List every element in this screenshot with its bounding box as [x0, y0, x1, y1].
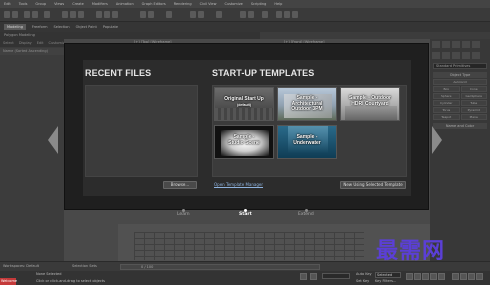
template-outdoor-hdri[interactable]: Sample - Outdoor HDRI Courtyard: [340, 87, 400, 121]
zoom-all-icon[interactable]: [460, 273, 467, 280]
startup-templates-title: START-UP TEMPLATES: [212, 68, 315, 78]
key-filters-button[interactable]: Key Filters...: [375, 279, 396, 283]
template-thumbnail-image: [215, 108, 273, 120]
ribbon-tab-object-paint[interactable]: Object Paint: [76, 25, 97, 29]
rect-selection-icon[interactable]: [78, 11, 84, 18]
menu-help[interactable]: Help: [274, 2, 282, 6]
nav-start[interactable]: Start: [239, 212, 252, 217]
open-template-manager-link[interactable]: Open Template Manager: [214, 182, 263, 187]
nav-learn[interactable]: Learn: [177, 212, 190, 217]
template-name: Sample - Architectural Outdoor 3PM: [291, 95, 323, 112]
recent-files-title: RECENT FILES: [85, 68, 152, 78]
template-thumbnail-image: [345, 106, 397, 120]
watermark-logo: 最需网: [376, 239, 446, 264]
menu-group[interactable]: Group: [35, 2, 46, 6]
schematic-view-icon[interactable]: [248, 11, 254, 18]
go-to-start-icon[interactable]: [406, 273, 413, 280]
snap-icon[interactable]: [140, 11, 146, 18]
mirror-icon[interactable]: [190, 11, 196, 18]
menu-rendering[interactable]: Rendering: [174, 2, 192, 6]
ribbon-tab-freeform[interactable]: Freeform: [32, 25, 48, 29]
menu-animation[interactable]: Animation: [116, 2, 134, 6]
selection-status: None Selected: [36, 272, 62, 276]
frame-indicator: 0 / 100: [141, 265, 154, 269]
previous-frame-icon[interactable]: [414, 273, 421, 280]
select-object-icon[interactable]: [62, 11, 68, 18]
render-setup-icon[interactable]: [276, 11, 282, 18]
menu-modifiers[interactable]: Modifiers: [92, 2, 108, 6]
menu-tools[interactable]: Tools: [19, 2, 28, 6]
link-icon[interactable]: [24, 11, 30, 18]
play-icon[interactable]: [422, 273, 429, 280]
auto-key-label[interactable]: Auto Key: [356, 272, 372, 276]
menu-scripting[interactable]: Scripting: [251, 2, 267, 6]
zoom-icon[interactable]: [452, 273, 459, 280]
selection-sets-label[interactable]: Selection Sets: [72, 264, 97, 268]
go-to-end-icon[interactable]: [438, 273, 445, 280]
selected-dropdown[interactable]: Selected: [375, 272, 401, 278]
menu-create[interactable]: Create: [72, 2, 84, 6]
x-coordinate-field[interactable]: [322, 273, 350, 279]
nav-extend[interactable]: Extend: [298, 212, 314, 217]
lock-selection-icon[interactable]: [310, 273, 317, 280]
isolate-icon[interactable]: [300, 273, 307, 280]
menu-customize[interactable]: Customize: [224, 2, 242, 6]
curve-editor-icon[interactable]: [240, 11, 246, 18]
selection-filter-icon[interactable]: [44, 11, 50, 18]
max-app-window: Edit Tools Group Views Create Modifiers …: [0, 0, 490, 285]
unlink-icon[interactable]: [32, 11, 38, 18]
ribbon-tab-selection[interactable]: Selection: [54, 25, 70, 29]
select-by-name-icon[interactable]: [70, 11, 76, 18]
previous-page-arrow-icon[interactable]: [48, 124, 58, 156]
template-original-startup[interactable]: Original Start Up (default): [214, 87, 274, 121]
redo-icon[interactable]: [12, 11, 18, 18]
menu-graph-editors[interactable]: Graph Editors: [142, 2, 166, 6]
next-page-arrow-icon[interactable]: [432, 124, 442, 156]
template-subtitle: (default): [237, 103, 251, 107]
move-icon[interactable]: [96, 11, 102, 18]
ribbon-subtab[interactable]: Polygon Modeling: [0, 32, 260, 39]
ribbon-tab-populate[interactable]: Populate: [103, 25, 118, 29]
template-studio-scene[interactable]: Sample - Studio Scene: [214, 125, 274, 159]
maxscript-listener-tag[interactable]: Welcome to M: [0, 278, 17, 285]
align-icon[interactable]: [198, 11, 204, 18]
named-selection-icon[interactable]: [166, 11, 172, 18]
menu-bar: Edit Tools Group Views Create Modifiers …: [0, 0, 490, 8]
time-slider[interactable]: 0 / 100: [120, 264, 320, 270]
main-toolbar: [0, 8, 490, 22]
template-underwater[interactable]: Sample - Underwater: [277, 125, 337, 159]
status-bar: None Selected Click or click-and-drag to…: [0, 271, 490, 285]
workspace-label[interactable]: Workspaces: Default: [3, 264, 39, 268]
pan-icon[interactable]: [468, 273, 475, 280]
browse-button[interactable]: Browse...: [163, 181, 197, 189]
template-name: Sample - Outdoor HDRI Courtyard: [349, 95, 391, 107]
rotate-icon[interactable]: [104, 11, 110, 18]
material-editor-icon[interactable]: [262, 11, 268, 18]
next-frame-icon[interactable]: [430, 273, 437, 280]
menu-civil-view[interactable]: Civil View: [200, 2, 217, 6]
menu-edit[interactable]: Edit: [4, 2, 11, 6]
orbit-icon[interactable]: [476, 273, 483, 280]
ribbon: Modeling Freeform Selection Object Paint…: [0, 22, 490, 32]
prompt-line: Click or click-and-drag to select object…: [36, 279, 105, 283]
ribbon-tab-modeling[interactable]: Modeling: [4, 24, 26, 30]
recent-files-list[interactable]: [85, 85, 198, 177]
template-name: Original Start Up: [224, 96, 264, 102]
angle-snap-icon[interactable]: [148, 11, 154, 18]
template-name: Sample - Underwater: [293, 134, 321, 146]
set-key-label[interactable]: Set Key: [356, 279, 369, 283]
render-icon[interactable]: [292, 11, 298, 18]
template-architectural-outdoor[interactable]: Sample - Architectural Outdoor 3PM: [277, 87, 337, 121]
template-name: Sample - Studio Scene: [228, 134, 260, 146]
scale-icon[interactable]: [112, 11, 118, 18]
render-frame-icon[interactable]: [284, 11, 290, 18]
undo-icon[interactable]: [4, 11, 10, 18]
new-using-template-button[interactable]: New Using Selected Template: [340, 181, 406, 189]
layer-explorer-icon[interactable]: [216, 11, 222, 18]
menu-views[interactable]: Views: [54, 2, 64, 6]
